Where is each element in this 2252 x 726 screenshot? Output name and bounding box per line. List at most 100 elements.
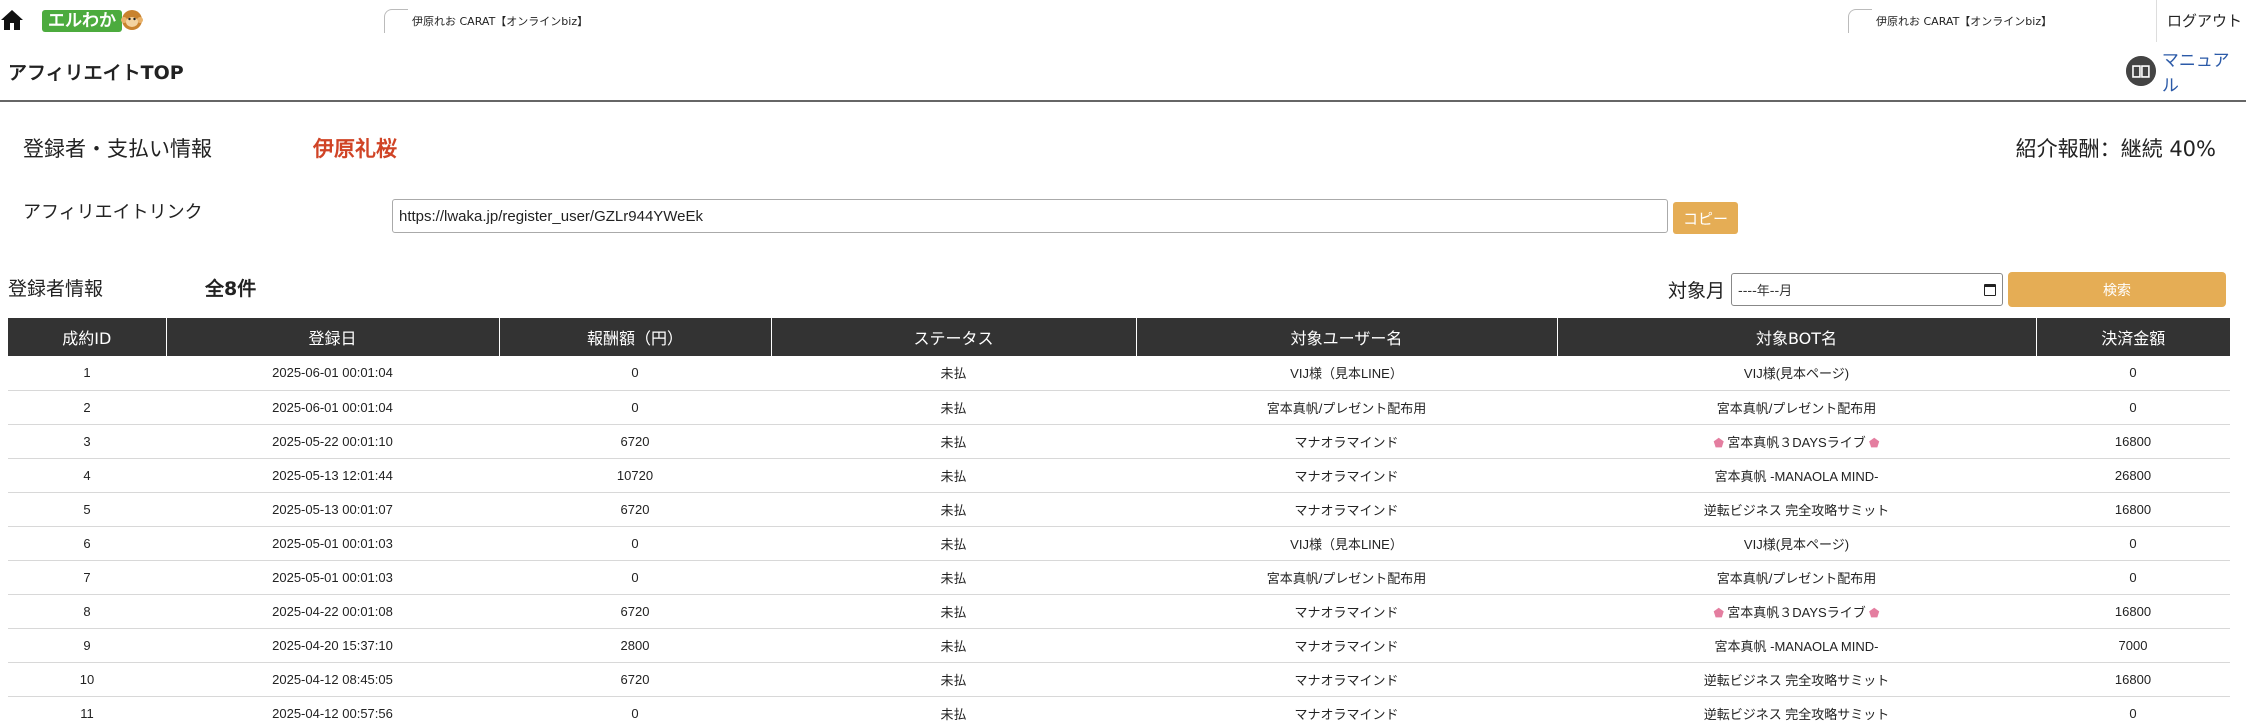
cell-target-bot-name: 宮本真帆/プレゼント配布用 [1557,560,2036,595]
cell-contract-id: 4 [8,458,166,493]
cell-payment-amount: 26800 [2036,458,2230,493]
bot-name-text: 宮本真帆３DAYSライブ [1727,434,1866,450]
cell-reward-amount: 0 [499,390,771,425]
cell-status: 未払 [771,356,1136,391]
column-header[interactable]: 報酬額（円） [499,318,772,356]
total-count: 全8件 [205,278,257,300]
cell-contract-id: 10 [8,662,166,697]
month-input[interactable]: ----年--月 [1731,273,2003,306]
registrant-info-label: 登録者情報 [8,278,104,300]
cell-status: 未払 [771,662,1136,697]
cell-reward-amount: 0 [499,560,771,595]
table-row: 9 2025-04-20 15:37:10 2800 未払 マナオラマインド 宮本真帆 -… [8,628,2230,663]
cell-payment-amount: 0 [2036,696,2230,726]
cell-target-user-name: マナオラマインド [1136,628,1557,663]
cell-reward-amount: 0 [499,526,771,561]
cell-reward-amount: 6720 [499,662,771,697]
cell-status: 未払 [771,458,1136,493]
column-header[interactable]: ステータス [771,318,1137,356]
search-button[interactable]: 検索 [2008,272,2226,307]
cell-target-bot-name: ⬟ 宮本真帆３DAYSライブ ⬟ [1557,594,2036,629]
cell-payment-amount: 0 [2036,526,2230,561]
cell-contract-id: 3 [8,424,166,459]
table-row: 2 2025-06-01 00:01:04 0 未払 宮本真帆/プレゼント配布用 宮本真帆… [8,390,2230,425]
cell-payment-amount: 16800 [2036,424,2230,459]
registrant-name: 伊原礼桜 [313,137,397,161]
cell-payment-amount: 16800 [2036,662,2230,697]
affiliate-link-input[interactable] [392,199,1668,233]
cell-reward-amount: 6720 [499,594,771,629]
column-header[interactable]: 登録日 [166,318,500,356]
cell-payment-amount: 16800 [2036,594,2230,629]
month-placeholder: ----年--月 [1738,284,1793,299]
column-header[interactable]: 決済金額 [2036,318,2230,356]
cell-target-user-name: VIJ様（見本LINE） [1136,526,1557,561]
copy-button[interactable]: コピー [1673,202,1738,234]
flower-icon: ⬟ [1865,435,1880,450]
cell-status: 未払 [771,628,1136,663]
cell-status: 未払 [771,424,1136,459]
cell-target-bot-name: VIJ様(見本ページ) [1557,526,2036,561]
cell-registered-date: 2025-05-13 00:01:07 [166,492,499,527]
logo-text: エルわか [42,10,122,32]
cell-reward-amount: 6720 [499,492,771,527]
cell-registered-date: 2025-04-12 08:45:05 [166,662,499,697]
manual-link[interactable]: マニュアル [2126,51,2246,96]
logout-button[interactable]: ログアウト [2156,0,2242,42]
cell-target-bot-name: 逆転ビジネス 完全攻略サミット [1557,696,2036,726]
home-icon[interactable] [0,8,24,32]
cell-registered-date: 2025-05-22 00:01:10 [166,424,499,459]
cell-contract-id: 11 [8,696,166,726]
account-name: 伊原れお CARAT【オンラインbiz】 [412,15,589,28]
table-row: 8 2025-04-22 00:01:08 6720 未払 マナオラマインド ⬟ 宮本真帆… [8,594,2230,629]
cell-contract-id: 6 [8,526,166,561]
avatar [1848,9,1872,33]
flower-icon: ⬟ [1713,435,1728,450]
table-row: 11 2025-04-12 00:57:56 0 未払 マナオラマインド 逆転ビジネス 完… [8,696,2230,726]
target-month-label: 対象月 [1668,280,1726,302]
avatar [384,9,408,33]
account-switcher-right[interactable]: 伊原れお CARAT【オンラインbiz】 [1848,8,2052,34]
column-header[interactable]: 対象BOT名 [1557,318,2037,356]
table-header-row: 成約ID 登録日 報酬額（円） ステータス 対象ユーザー名 対象BOT名 決済金… [8,318,2230,356]
top-bar: エルわか 伊原れお CARAT【オンラインbiz】 伊原れお CARAT【オンラ… [0,0,2252,42]
cell-target-bot-name: 逆転ビジネス 完全攻略サミット [1557,662,2036,697]
cell-target-user-name: マナオラマインド [1136,492,1557,527]
cell-reward-amount: 10720 [499,458,771,493]
column-header[interactable]: 対象ユーザー名 [1136,318,1558,356]
cell-target-bot-name: 宮本真帆/プレゼント配布用 [1557,390,2036,425]
cell-target-user-name: 宮本真帆/プレゼント配布用 [1136,390,1557,425]
cell-status: 未払 [771,594,1136,629]
cell-status: 未払 [771,492,1136,527]
cell-registered-date: 2025-05-01 00:01:03 [166,560,499,595]
cell-registered-date: 2025-04-22 00:01:08 [166,594,499,629]
cell-target-bot-name: VIJ様(見本ページ) [1557,356,2036,391]
cell-contract-id: 9 [8,628,166,663]
logo[interactable]: エルわか [42,8,143,34]
cell-payment-amount: 7000 [2036,628,2230,663]
cell-reward-amount: 0 [499,356,771,391]
table-row: 7 2025-05-01 00:01:03 0 未払 宮本真帆/プレゼント配布用 宮本真帆… [8,560,2230,595]
cell-registered-date: 2025-04-12 00:57:56 [166,696,499,726]
calendar-icon[interactable] [1984,283,1996,296]
account-switcher-left[interactable]: 伊原れお CARAT【オンラインbiz】 [384,8,588,34]
cell-target-user-name: マナオラマインド [1136,696,1557,726]
monkey-mascot-icon [121,10,143,30]
page-title: アフィリエイトTOP [8,62,184,84]
registrant-payment-label: 登録者・支払い情報 [23,137,212,161]
affiliate-link-label: アフィリエイトリンク [23,202,203,223]
cell-registered-date: 2025-06-01 00:01:04 [166,356,499,391]
commission-rate: 紹介報酬：継続 40% [2015,137,2216,161]
sub-header: アフィリエイトTOP マニュアル [0,42,2246,102]
cell-status: 未払 [771,560,1136,595]
cell-status: 未払 [771,526,1136,561]
cell-reward-amount: 0 [499,696,771,726]
cell-target-user-name: マナオラマインド [1136,424,1557,459]
flower-icon: ⬟ [1713,605,1728,620]
bot-name-text: 宮本真帆３DAYSライブ [1727,604,1866,620]
cell-target-bot-name: 逆転ビジネス 完全攻略サミット [1557,492,2036,527]
cell-registered-date: 2025-05-13 12:01:44 [166,458,499,493]
cell-payment-amount: 16800 [2036,492,2230,527]
table-row: 3 2025-05-22 00:01:10 6720 未払 マナオラマインド ⬟ 宮本真帆… [8,424,2230,459]
column-header[interactable]: 成約ID [8,318,167,356]
